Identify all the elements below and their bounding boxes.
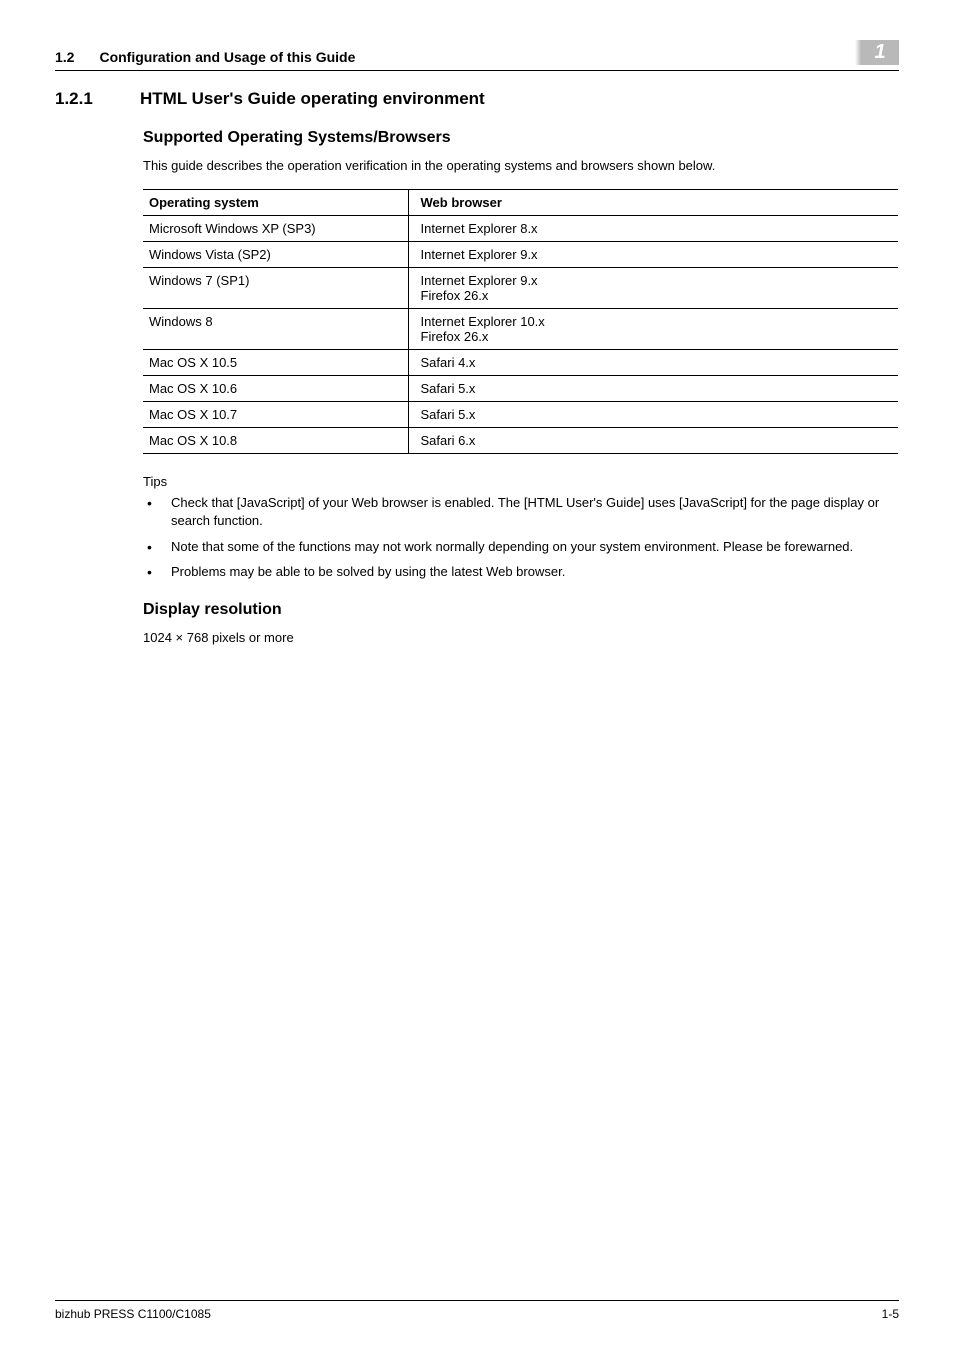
header-section-title: Configuration and Usage of this Guide (99, 49, 355, 65)
os-cell: Windows Vista (SP2) (143, 242, 408, 268)
compat-table: Operating system Web browser Microsoft W… (143, 189, 898, 454)
browser-cell: Internet Explorer 9.x Firefox 26.x (408, 268, 898, 309)
os-cell: Windows 7 (SP1) (143, 268, 408, 309)
page-header: 1.2 Configuration and Usage of this Guid… (55, 40, 899, 71)
table-row: Windows 8 Internet Explorer 10.x Firefox… (143, 309, 898, 350)
os-cell: Mac OS X 10.8 (143, 428, 408, 454)
tips-list: Check that [JavaScript] of your Web brow… (143, 494, 899, 581)
os-cell: Windows 8 (143, 309, 408, 350)
intro-text: This guide describes the operation verif… (143, 157, 899, 175)
section-number: 1.2.1 (55, 89, 110, 109)
header-left: 1.2 Configuration and Usage of this Guid… (55, 49, 355, 65)
table-row: Mac OS X 10.6 Safari 5.x (143, 376, 898, 402)
table-row: Microsoft Windows XP (SP3) Internet Expl… (143, 216, 898, 242)
header-section-number: 1.2 (55, 49, 74, 65)
subheading-resolution: Display resolution (143, 601, 899, 619)
table-row: Mac OS X 10.7 Safari 5.x (143, 402, 898, 428)
page-footer: bizhub PRESS C1100/C1085 1-5 (55, 1300, 899, 1321)
tips-label: Tips (143, 474, 899, 489)
table-row: Mac OS X 10.5 Safari 4.x (143, 350, 898, 376)
table-row: Windows 7 (SP1) Internet Explorer 9.x Fi… (143, 268, 898, 309)
os-cell: Microsoft Windows XP (SP3) (143, 216, 408, 242)
browser-cell: Internet Explorer 10.x Firefox 26.x (408, 309, 898, 350)
browser-cell: Safari 6.x (408, 428, 898, 454)
os-cell: Mac OS X 10.5 (143, 350, 408, 376)
table-row: Windows Vista (SP2) Internet Explorer 9.… (143, 242, 898, 268)
list-item: Problems may be able to be solved by usi… (143, 563, 899, 581)
browser-cell: Safari 4.x (408, 350, 898, 376)
footer-left: bizhub PRESS C1100/C1085 (55, 1307, 211, 1321)
list-item: Check that [JavaScript] of your Web brow… (143, 494, 899, 530)
footer-right: 1-5 (882, 1307, 899, 1321)
table-header-os: Operating system (143, 190, 408, 216)
chapter-number: 1 (874, 41, 885, 64)
list-item: Note that some of the functions may not … (143, 538, 899, 556)
section-heading: 1.2.1 HTML User's Guide operating enviro… (55, 89, 899, 109)
table-header-browser: Web browser (408, 190, 898, 216)
chapter-tab: 1 (861, 40, 899, 65)
browser-cell: Safari 5.x (408, 402, 898, 428)
browser-cell: Internet Explorer 9.x (408, 242, 898, 268)
section-title: HTML User's Guide operating environment (140, 89, 485, 109)
table-row: Mac OS X 10.8 Safari 6.x (143, 428, 898, 454)
browser-cell: Safari 5.x (408, 376, 898, 402)
os-cell: Mac OS X 10.7 (143, 402, 408, 428)
document-page: 1.2 Configuration and Usage of this Guid… (0, 0, 954, 1351)
browser-cell: Internet Explorer 8.x (408, 216, 898, 242)
resolution-text: 1024 × 768 pixels or more (143, 629, 899, 647)
table-header-row: Operating system Web browser (143, 190, 898, 216)
os-cell: Mac OS X 10.6 (143, 376, 408, 402)
subheading-supported: Supported Operating Systems/Browsers (143, 129, 899, 147)
